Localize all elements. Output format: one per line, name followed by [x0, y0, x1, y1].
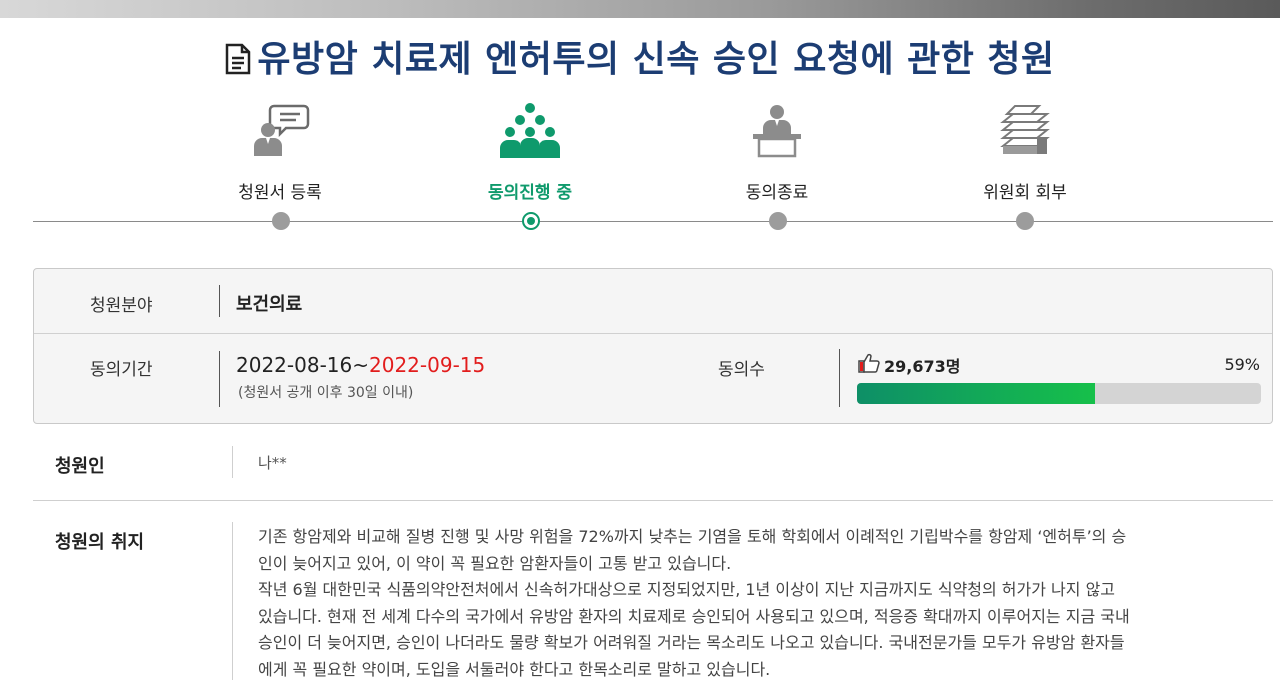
petitioner-label: 청원인 — [55, 456, 105, 477]
divider — [219, 285, 220, 317]
top-banner-image — [0, 0, 1280, 18]
page-title: 유방암 치료제 엔허투의 신속 승인 요청에 관한 청원 — [0, 30, 1280, 84]
row-divider — [34, 333, 1272, 334]
field-label: 청원분야 — [90, 296, 153, 316]
purpose-line: 승인이 더 늦어지면, 승인이 나더라도 물량 확보가 어려워질 거라는 목소리… — [258, 633, 1125, 652]
purpose-line: 있습니다. 현재 전 세계 다수의 국가에서 유방암 환자의 치료제로 승인되어… — [258, 606, 1130, 626]
purpose-label: 청원의 취지 — [55, 532, 145, 553]
step-label: 동의종료 — [745, 183, 809, 203]
field-value: 보건의료 — [236, 294, 303, 315]
period-end: 2022-09-15 — [369, 353, 486, 377]
thumbs-up-icon — [858, 353, 880, 377]
petitioner-value: 나** — [258, 454, 287, 472]
podium-person-icon — [677, 100, 877, 160]
divider — [232, 446, 233, 478]
agree-count: 29,673명 — [858, 353, 960, 377]
step-committee: 위원회 회부 — [925, 100, 1125, 203]
steps-track — [33, 221, 1273, 222]
step-label: 청원서 등록 — [238, 183, 322, 203]
purpose-text: 기존 항암제와 비교해 질병 진행 및 사망 위험을 72%까지 낮추는 기염을… — [258, 524, 1238, 680]
step-dot-registration — [272, 212, 290, 230]
purpose-line: 작년 6월 대한민국 식품의약안전처에서 신속허가대상으로 지정되었지만, 1년… — [258, 580, 1116, 599]
step-closed: 동의종료 — [677, 100, 877, 203]
agree-progress-bar — [857, 383, 1261, 404]
step-dot-in-progress — [522, 212, 540, 230]
period-start: 2022-08-16~ — [236, 353, 369, 377]
divider — [219, 351, 220, 407]
people-group-icon — [430, 100, 630, 160]
purpose-line: 인이 늦어지고 있어, 이 약이 꼭 필요한 암환자들이 고통 받고 있습니다. — [258, 553, 732, 573]
document-stack-icon — [925, 100, 1125, 160]
divider — [839, 349, 840, 407]
agree-label: 동의수 — [718, 360, 765, 380]
period-label: 동의기간 — [90, 360, 153, 380]
agreement-period: 2022-08-16~2022-09-15 — [236, 353, 485, 377]
period-note: (청원서 공개 이후 30일 이내) — [238, 385, 414, 401]
step-label: 위원회 회부 — [983, 183, 1067, 203]
document-icon — [225, 43, 251, 84]
step-label: 동의진행 중 — [487, 183, 573, 203]
purpose-line: 에게 꼭 필요한 약이며, 도입을 서둘러야 한다고 한목소리로 말하고 있습니… — [258, 659, 771, 679]
purpose-line: 기존 항암제와 비교해 질병 진행 및 사망 위험을 72%까지 낮추는 기염을… — [258, 527, 1127, 546]
step-dot-committee — [1016, 212, 1034, 230]
agree-progress-fill — [857, 383, 1096, 404]
step-registration: 청원서 등록 — [180, 100, 380, 203]
step-dot-closed — [769, 212, 787, 230]
agree-count-text: 29,673명 — [884, 357, 961, 376]
divider — [232, 522, 233, 680]
agree-percent: 59% — [1224, 355, 1260, 374]
step-in-progress: 동의진행 중 — [430, 100, 630, 203]
speech-person-icon — [180, 100, 380, 160]
petition-info-box: 청원분야 보건의료 동의기간 2022-08-16~2022-09-15 (청원… — [33, 268, 1273, 424]
page-title-text: 유방암 치료제 엔허투의 신속 승인 요청에 관한 청원 — [257, 39, 1055, 80]
section-divider — [33, 500, 1273, 501]
